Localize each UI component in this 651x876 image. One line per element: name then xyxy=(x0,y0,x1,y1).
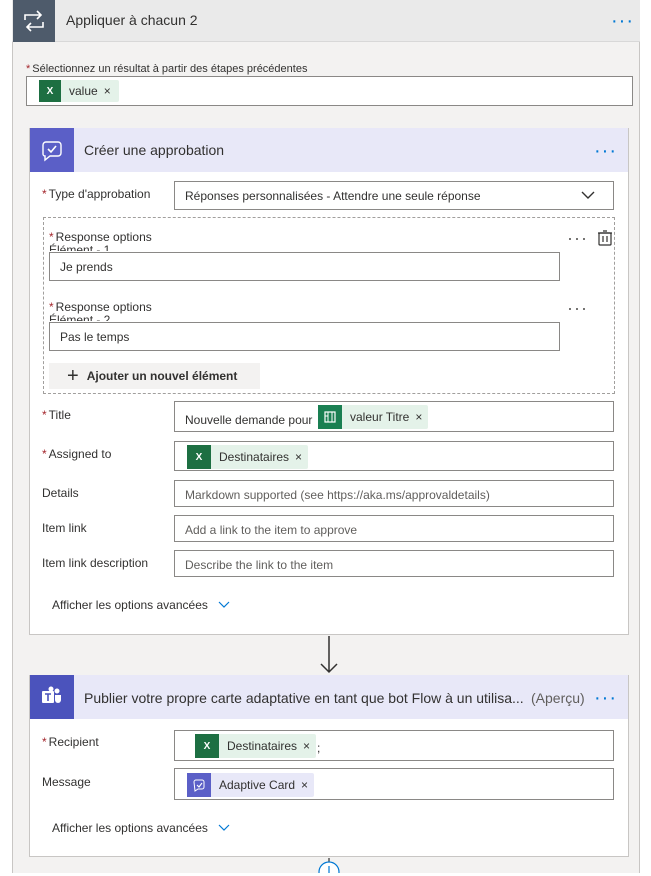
details-label: Details xyxy=(42,486,79,500)
response-option-2-label-text: Response options Élément - 2 xyxy=(55,300,152,314)
response-option-1-label: *Response options Élément - 1 xyxy=(49,230,159,244)
message-field[interactable]: Adaptive Card × xyxy=(174,768,614,800)
message-token-label: Adaptive Card xyxy=(219,778,296,792)
add-new-item-button[interactable]: + Ajouter un nouvel élément xyxy=(49,363,260,389)
recipient-label-text: Recipient xyxy=(48,735,99,749)
assigned-to-token[interactable]: X Destinataires × xyxy=(187,445,309,469)
message-token[interactable]: Adaptive Card × xyxy=(187,773,315,797)
loop-title: Appliquer à chacun 2 xyxy=(66,12,198,28)
sharepoint-icon xyxy=(318,405,342,429)
recipient-label: * Recipient xyxy=(42,735,99,749)
approval-advanced-options-label: Afficher les options avancées xyxy=(52,598,208,612)
item-link-placeholder: Add a link to the item to approve xyxy=(185,523,358,537)
remove-token-icon[interactable]: × xyxy=(303,739,310,753)
excel-icon: X xyxy=(195,734,219,758)
assigned-to-label: * Assigned to xyxy=(42,447,111,461)
loop-field-label: * Sélectionnez un résultat à partir des é… xyxy=(26,63,307,75)
details-placeholder: Markdown supported (see https://aka.ms/a… xyxy=(185,488,490,502)
arrow-down-icon xyxy=(318,636,340,679)
chevron-down-icon xyxy=(218,598,230,612)
response-option-2-label-overflow: Élément - 2 xyxy=(49,313,111,321)
assigned-to-field[interactable]: X Destinataires × xyxy=(174,441,614,471)
plus-icon: + xyxy=(67,365,79,387)
required-marker: * xyxy=(26,63,31,75)
recipient-separator: ; xyxy=(317,741,321,755)
remove-token-icon[interactable]: × xyxy=(301,778,308,792)
title-label: * Title xyxy=(42,408,71,422)
teams-advanced-options-toggle[interactable]: Afficher les options avancées xyxy=(52,821,230,835)
value-token[interactable]: X value × xyxy=(39,80,119,102)
response-option-2-label: *Response options Élément - 2 xyxy=(49,300,159,314)
approval-type-label: * Type d'approbation xyxy=(42,187,150,201)
approval-more-icon[interactable]: ··· xyxy=(594,141,617,161)
approval-icon xyxy=(30,128,74,172)
chevron-down-icon xyxy=(218,821,230,835)
item-link-input[interactable]: Add a link to the item to approve xyxy=(174,515,614,542)
recipient-token[interactable]: X Destinataires × xyxy=(195,734,317,758)
response-option-1-input[interactable]: Je prends xyxy=(49,252,560,281)
recipient-field[interactable]: X Destinataires × ; xyxy=(174,730,614,761)
approval-type-value: Réponses personnalisées - Attendre une s… xyxy=(185,189,481,203)
item-link-label: Item link xyxy=(42,521,87,535)
item-link-description-label: Item link description xyxy=(42,556,149,570)
teams-more-icon[interactable]: ··· xyxy=(594,688,617,708)
add-new-item-label: Ajouter un nouvel élément xyxy=(86,369,238,383)
loop-field-label-text: Sélectionnez un résultat à partir des ét… xyxy=(32,63,308,75)
assigned-to-label-text: Assigned to xyxy=(48,447,112,461)
loop-icon xyxy=(13,0,55,42)
chevron-down-icon xyxy=(579,186,597,207)
approval-advanced-options-toggle[interactable]: Afficher les options avancées xyxy=(52,598,230,612)
recipient-token-label: Destinataires xyxy=(227,739,298,753)
teams-advanced-options-label: Afficher les options avancées xyxy=(52,821,208,835)
response-option-2-more-icon[interactable]: ··· xyxy=(567,299,588,317)
value-token-label: value xyxy=(69,84,98,98)
remove-token-icon[interactable]: × xyxy=(295,450,302,464)
remove-token-icon[interactable]: × xyxy=(415,410,422,424)
loop-more-icon[interactable]: ··· xyxy=(611,11,634,31)
excel-icon: X xyxy=(187,445,211,469)
approval-type-label-text: Type d'approbation xyxy=(48,187,151,201)
approval-icon xyxy=(187,773,211,797)
required-marker: * xyxy=(42,735,47,749)
approval-type-dropdown[interactable]: Réponses personnalisées - Attendre une s… xyxy=(174,181,614,210)
required-marker: * xyxy=(49,230,54,244)
item-link-description-input[interactable]: Describe the link to the item xyxy=(174,550,614,577)
response-option-1-more-icon[interactable]: ··· xyxy=(567,229,588,247)
loop-select-field[interactable]: X value × xyxy=(26,76,633,106)
title-field[interactable]: Nouvelle demande pour valeur Titre × xyxy=(174,401,614,432)
required-marker: * xyxy=(42,408,47,422)
remove-token-icon[interactable]: × xyxy=(104,84,111,98)
message-label: Message xyxy=(42,775,91,789)
item-link-description-placeholder: Describe the link to the item xyxy=(185,558,334,572)
teams-title: Publier votre propre carte adaptative en… xyxy=(84,690,524,706)
response-option-1-label-overflow: Élément - 1 xyxy=(49,243,111,251)
excel-icon: X xyxy=(39,80,61,102)
delete-icon[interactable] xyxy=(596,229,614,250)
title-token-label: valeur Titre xyxy=(350,410,410,424)
teams-preview-badge: (Aperçu) xyxy=(531,690,585,706)
response-option-1-label-text: Response options Élément - 1 xyxy=(55,230,152,244)
required-marker: * xyxy=(42,187,47,201)
teams-icon xyxy=(30,675,74,719)
title-token[interactable]: valeur Titre × xyxy=(318,405,429,429)
approval-title: Créer une approbation xyxy=(84,142,225,158)
title-label-text: Title xyxy=(48,408,71,422)
title-prefix-text: Nouvelle demande pour xyxy=(185,413,313,427)
required-marker: * xyxy=(42,447,47,461)
response-option-2-value: Pas le temps xyxy=(60,330,130,344)
details-input[interactable]: Markdown supported (see https://aka.ms/a… xyxy=(174,480,614,507)
response-option-1-value: Je prends xyxy=(60,260,113,274)
assigned-to-token-label: Destinataires xyxy=(219,450,290,464)
response-option-2-input[interactable]: Pas le temps xyxy=(49,322,560,351)
insert-step-icon[interactable] xyxy=(318,858,340,876)
required-marker: * xyxy=(49,300,54,314)
